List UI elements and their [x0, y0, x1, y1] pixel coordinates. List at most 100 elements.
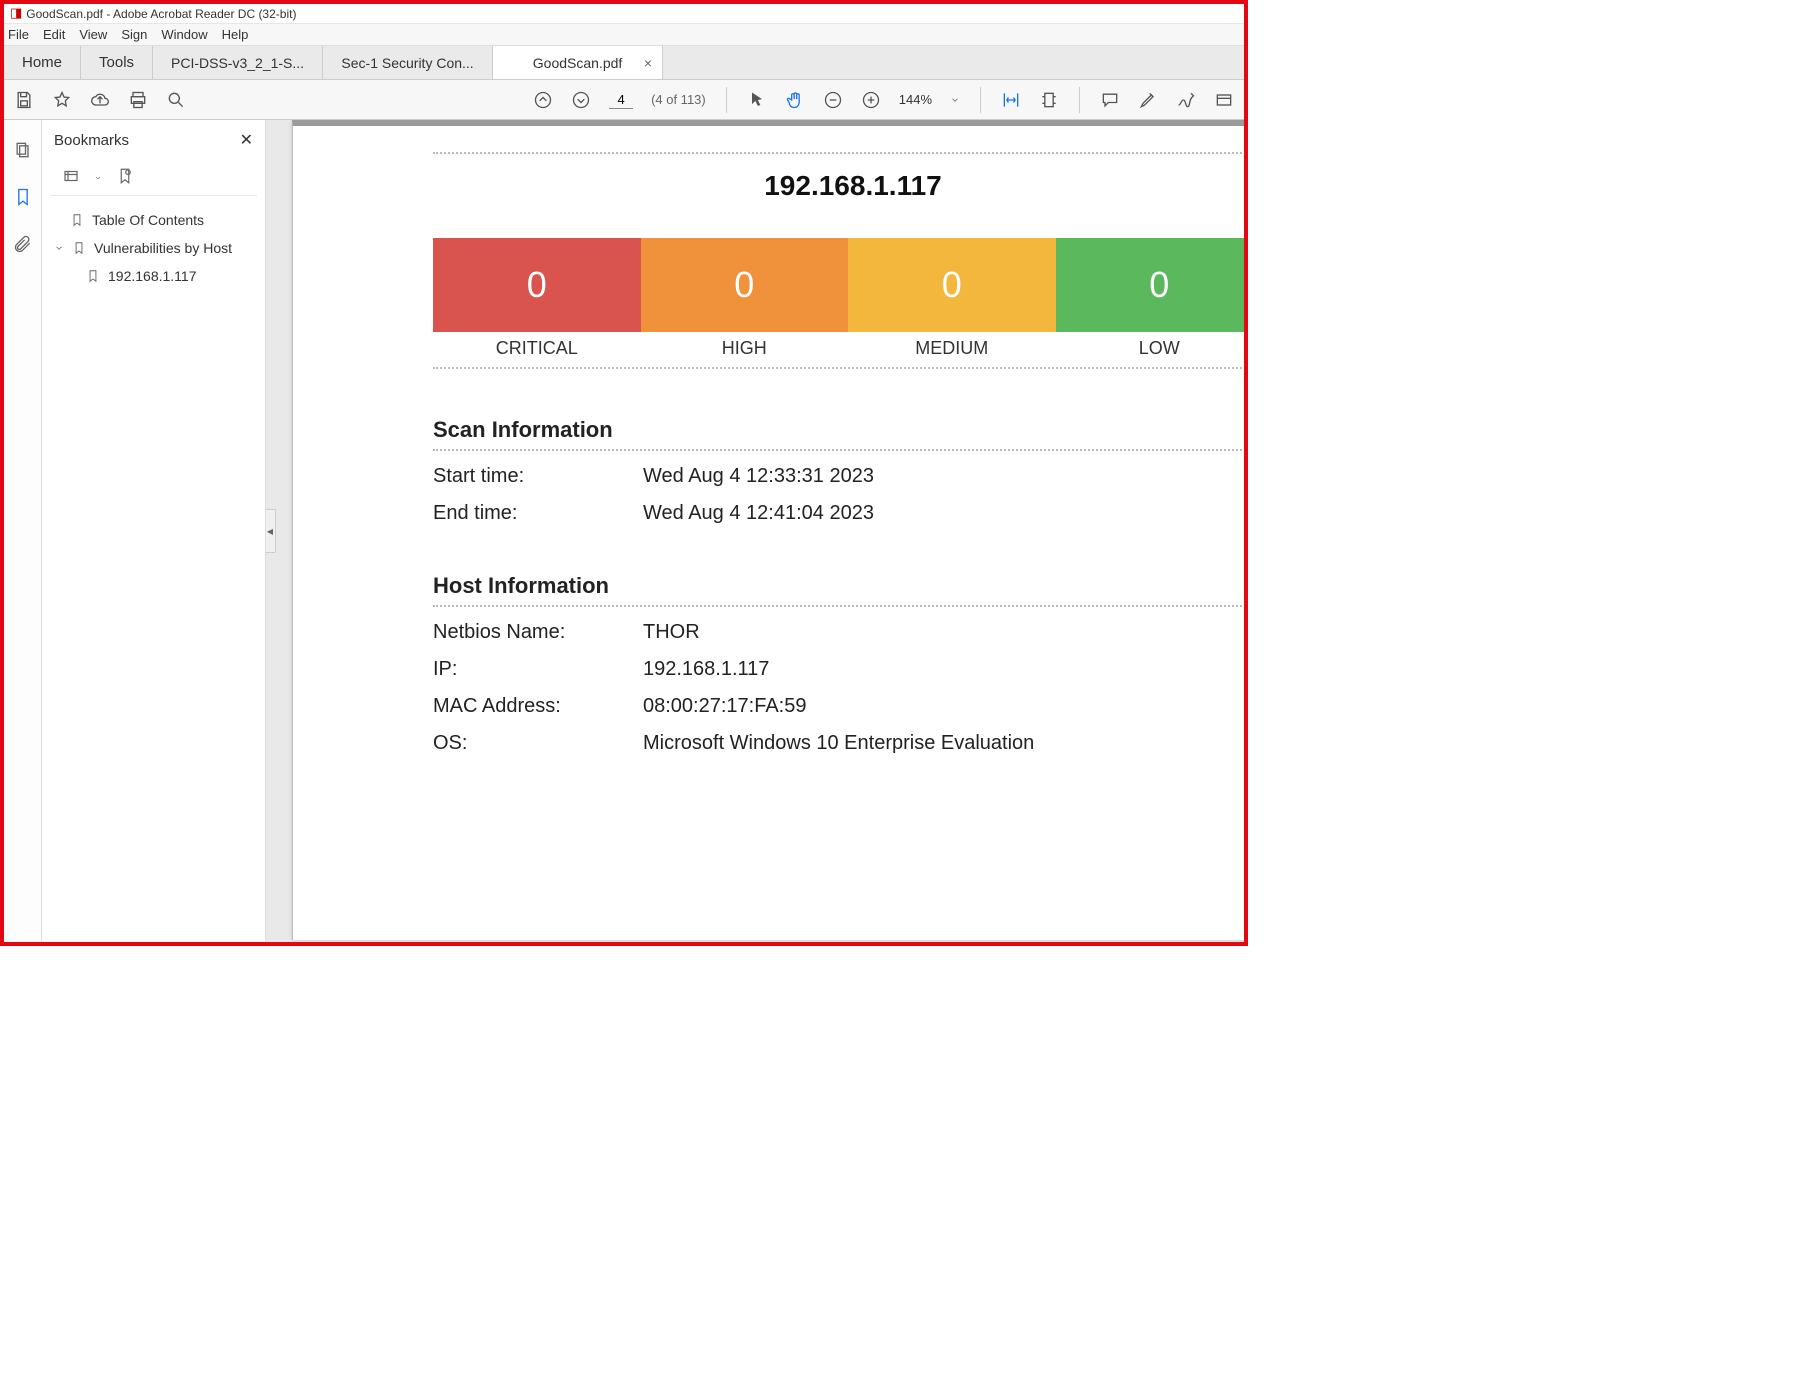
tab-doc-pci[interactable]: PCI-DSS-v3_2_1-S...	[153, 46, 323, 79]
menu-help[interactable]: Help	[222, 27, 249, 42]
tab-bar: Home Tools PCI-DSS-v3_2_1-S... Sec-1 Sec…	[4, 46, 1244, 80]
pdf-page: 192.168.1.117 0 0 0 0 CRITICAL HIGH MEDI…	[292, 120, 1244, 940]
thumbnails-icon[interactable]	[13, 140, 33, 163]
bookmark-label: 192.168.1.117	[108, 268, 197, 284]
divider	[433, 605, 1244, 607]
scan-start-row: Start time: Wed Aug 4 12:33:31 2023	[433, 465, 1244, 488]
bookmark-item-toc[interactable]: Table Of Contents	[50, 206, 257, 234]
tab-doc-label: PCI-DSS-v3_2_1-S...	[171, 55, 304, 71]
bookmarks-panel: Bookmarks ✕ Table Of Contents Vulnerabil…	[42, 120, 266, 942]
page-up-icon[interactable]	[533, 90, 553, 110]
severity-low-count: 0	[1056, 238, 1245, 332]
host-ip-value: 192.168.1.117	[643, 658, 769, 681]
severity-medium-label: MEDIUM	[848, 338, 1056, 359]
tab-doc-sec1[interactable]: Sec-1 Security Con...	[323, 46, 493, 79]
window-title: GoodScan.pdf - Adobe Acrobat Reader DC (…	[26, 7, 296, 21]
severity-low-label: LOW	[1056, 338, 1245, 359]
severity-labels: CRITICAL HIGH MEDIUM LOW	[433, 338, 1244, 359]
host-mac-label: MAC Address:	[433, 695, 643, 718]
host-ip-label: IP:	[433, 658, 643, 681]
more-tools-icon[interactable]	[1214, 90, 1234, 110]
zoom-in-icon[interactable]	[861, 90, 881, 110]
bookmark-options-icon[interactable]	[62, 167, 80, 188]
section-header-host-info: Host Information	[433, 573, 1244, 599]
severity-summary: 0 0 0 0	[433, 238, 1244, 332]
toolbar-divider	[1079, 87, 1080, 113]
menu-sign[interactable]: Sign	[121, 27, 147, 42]
toolbar-divider	[980, 87, 981, 113]
chevron-down-icon[interactable]	[94, 170, 102, 185]
left-icon-rail	[4, 120, 42, 942]
host-os-row: OS: Microsoft Windows 10 Enterprise Eval…	[433, 732, 1244, 755]
tab-doc-goodscan[interactable]: GoodScan.pdf ×	[493, 46, 663, 79]
bookmarks-header: Bookmarks ✕	[42, 120, 265, 160]
tab-tools[interactable]: Tools	[81, 46, 153, 79]
fit-width-icon[interactable]	[1001, 90, 1021, 110]
menu-view[interactable]: View	[79, 27, 107, 42]
chevron-down-icon[interactable]	[950, 90, 960, 110]
page-number-input[interactable]	[609, 91, 633, 109]
bookmark-item-host-ip[interactable]: 192.168.1.117	[50, 262, 257, 290]
scan-end-row: End time: Wed Aug 4 12:41:04 2023	[433, 502, 1244, 525]
severity-high-count: 0	[641, 238, 849, 332]
zoom-out-icon[interactable]	[823, 90, 843, 110]
page-total: (4 of 113)	[651, 92, 706, 107]
severity-critical-count: 0	[433, 238, 641, 332]
scan-start-value: Wed Aug 4 12:33:31 2023	[643, 465, 874, 488]
hand-icon[interactable]	[785, 90, 805, 110]
find-bookmark-icon[interactable]	[116, 167, 134, 188]
main-area: Bookmarks ✕ Table Of Contents Vulnerabil…	[4, 120, 1244, 942]
page-down-icon[interactable]	[571, 90, 591, 110]
host-os-label: OS:	[433, 732, 643, 755]
save-icon[interactable]	[14, 90, 34, 110]
page-title: 192.168.1.117	[433, 170, 1244, 202]
host-os-value: Microsoft Windows 10 Enterprise Evaluati…	[643, 732, 1034, 755]
bookmark-label: Table Of Contents	[92, 212, 204, 228]
menu-file[interactable]: File	[8, 27, 29, 42]
sign-icon[interactable]	[1176, 90, 1196, 110]
host-ip-row: IP: 192.168.1.117	[433, 658, 1244, 681]
bookmarks-icon[interactable]	[13, 187, 33, 210]
scan-start-label: Start time:	[433, 465, 643, 488]
divider	[433, 449, 1244, 451]
highlight-icon[interactable]	[1138, 90, 1158, 110]
pointer-icon[interactable]	[747, 90, 767, 110]
bookmarks-tree: Table Of Contents Vulnerabilities by Hos…	[42, 196, 265, 300]
divider	[433, 152, 1244, 154]
close-icon[interactable]: ✕	[240, 130, 253, 150]
close-icon[interactable]: ×	[644, 55, 652, 71]
scan-end-value: Wed Aug 4 12:41:04 2023	[643, 502, 874, 525]
bookmark-label: Vulnerabilities by Host	[94, 240, 232, 256]
host-mac-value: 08:00:27:17:FA:59	[643, 695, 806, 718]
host-netbios-value: THOR	[643, 621, 700, 644]
comment-icon[interactable]	[1100, 90, 1120, 110]
host-netbios-label: Netbios Name:	[433, 621, 643, 644]
bookmarks-title: Bookmarks	[54, 132, 129, 149]
document-viewport[interactable]: ◀ 192.168.1.117 0 0 0 0 CRITICAL HIGH ME…	[266, 120, 1244, 942]
severity-high-label: HIGH	[641, 338, 849, 359]
toolbar-divider	[726, 87, 727, 113]
divider	[433, 367, 1244, 369]
star-icon[interactable]	[52, 90, 72, 110]
scroll-mode-icon[interactable]	[1039, 90, 1059, 110]
section-header-scan-info: Scan Information	[433, 417, 1244, 443]
bookmark-item-vuln-by-host[interactable]: Vulnerabilities by Host	[50, 234, 257, 262]
tab-doc-label: Sec-1 Security Con...	[341, 55, 473, 71]
menu-edit[interactable]: Edit	[43, 27, 65, 42]
toolbar: (4 of 113) 144%	[4, 80, 1244, 120]
severity-critical-label: CRITICAL	[433, 338, 641, 359]
attachments-icon[interactable]	[13, 234, 33, 257]
collapse-panel-handle[interactable]: ◀	[266, 509, 276, 553]
zoom-level[interactable]: 144%	[899, 92, 932, 107]
scan-end-label: End time:	[433, 502, 643, 525]
menu-window[interactable]: Window	[161, 27, 207, 42]
tab-home[interactable]: Home	[4, 46, 81, 79]
search-icon[interactable]	[166, 90, 186, 110]
bookmarks-tools	[50, 160, 257, 196]
menu-bar: File Edit View Sign Window Help	[4, 24, 1244, 46]
tab-doc-label: GoodScan.pdf	[533, 55, 623, 71]
severity-medium-count: 0	[848, 238, 1056, 332]
cloud-upload-icon[interactable]	[90, 90, 110, 110]
window-titlebar: ◨ GoodScan.pdf - Adobe Acrobat Reader DC…	[4, 4, 1244, 24]
print-icon[interactable]	[128, 90, 148, 110]
